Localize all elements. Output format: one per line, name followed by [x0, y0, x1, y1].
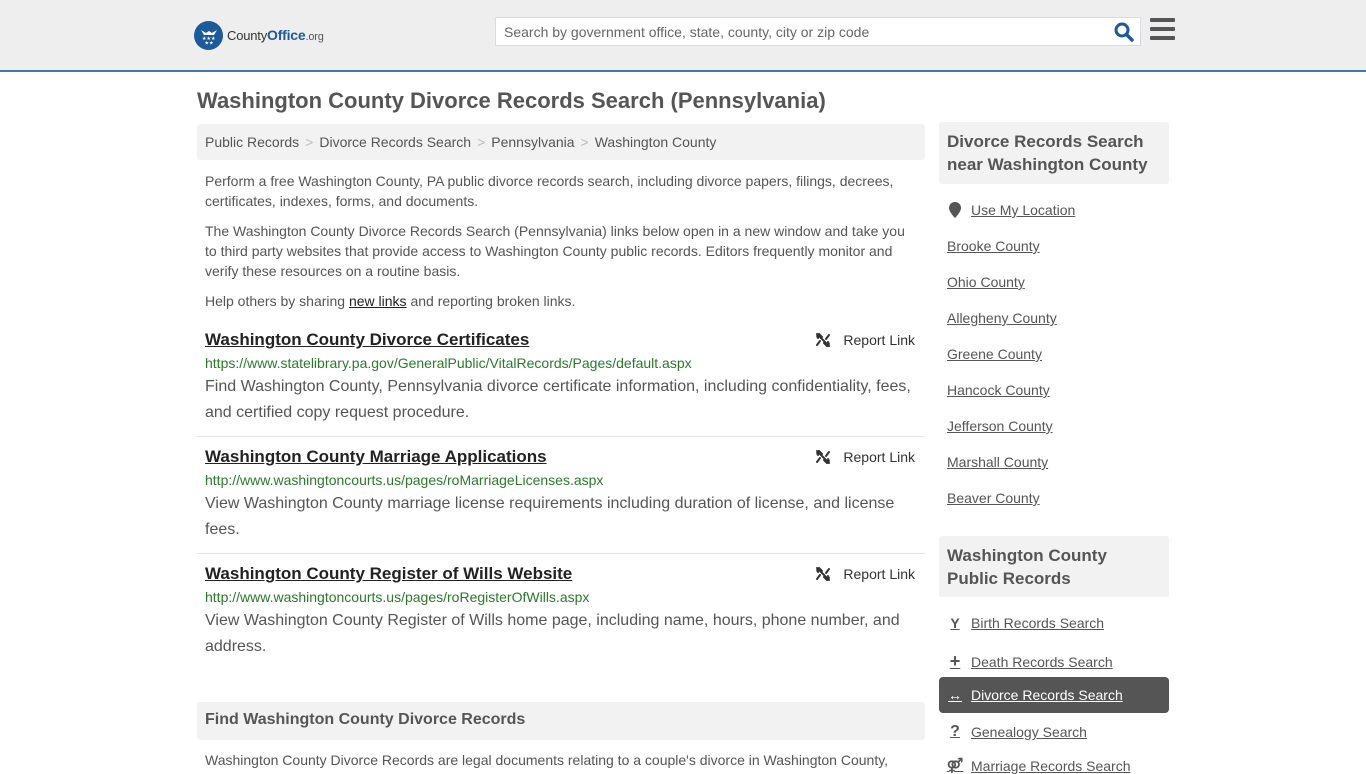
search-icon[interactable]	[1114, 22, 1134, 42]
nearby-county-link[interactable]: Greene County	[947, 346, 1042, 362]
result-item: Washington County Marriage Applications …	[197, 445, 925, 554]
result-description: View Washington County Register of Wills…	[205, 612, 900, 655]
result-item: Washington County Register of Wills Webs…	[197, 562, 925, 671]
new-links-link[interactable]: new links	[349, 293, 407, 309]
breadcrumb-public-records[interactable]: Public Records	[205, 134, 299, 150]
breadcrumb-separator: >	[580, 134, 589, 150]
breadcrumb-current: Washington County	[594, 134, 717, 150]
page-title: Washington County Divorce Records Search…	[197, 88, 826, 113]
report-link-button[interactable]: Report Link	[815, 566, 915, 582]
logo-text: CountyOffice.org	[227, 27, 324, 43]
use-my-location-link[interactable]: Use My Location	[947, 202, 1075, 218]
map-marker-icon	[947, 202, 963, 218]
nearby-county-link[interactable]: Marshall County	[947, 454, 1048, 470]
breadcrumb-separator: >	[305, 134, 314, 150]
nearby-county-link[interactable]: Beaver County	[947, 490, 1040, 506]
eagle-logo-icon: ★★★ ★★	[194, 20, 223, 50]
result-title-link[interactable]: Washington County Register of Wills Webs…	[205, 562, 572, 586]
broken-link-icon	[816, 566, 831, 582]
breadcrumb-separator: >	[477, 134, 486, 150]
marriage-symbol-icon: ⚤	[946, 757, 964, 773]
sidebar-item-birth-records[interactable]: Y Birth Records Search	[947, 615, 1104, 631]
svg-text:★★: ★★	[204, 41, 213, 46]
result-description: Find Washington County, Pennsylvania div…	[205, 378, 911, 421]
arrows-horizontal-icon: ↔	[948, 687, 962, 703]
plus-icon: +	[949, 651, 961, 671]
site-header: ★★★ ★★ CountyOffice.org	[0, 0, 1366, 72]
public-records-heading: Washington County Public Records	[939, 536, 1169, 597]
nearby-county-link[interactable]: Ohio County	[947, 274, 1025, 290]
result-url: https://www.statelibrary.pa.gov/GeneralP…	[205, 355, 692, 371]
breadcrumb: Public Records > Divorce Records Search > Pe…	[197, 124, 925, 160]
find-records-heading: Find Washington County Divorce Records	[197, 702, 925, 740]
result-title-link[interactable]: Washington County Divorce Certificates	[205, 328, 529, 352]
find-records-text: Washington County Divorce Records are le…	[205, 752, 889, 768]
sidebar-item-divorce-records[interactable]: ↔ Divorce Records Search	[947, 687, 1123, 703]
broken-link-icon	[816, 449, 831, 465]
breadcrumb-divorce-records-search[interactable]: Divorce Records Search	[319, 134, 471, 150]
child-icon: Y	[950, 615, 960, 631]
result-item: Washington County Divorce Certificates R…	[197, 328, 925, 437]
nearby-heading: Divorce Records Search near Washington C…	[939, 122, 1169, 184]
intro-text: Perform a free Washington County, PA pub…	[205, 171, 917, 321]
intro-paragraph-1: Perform a free Washington County, PA pub…	[205, 173, 894, 209]
intro-paragraph-3: Help others by sharing new links and rep…	[205, 293, 576, 309]
hamburger-menu-icon[interactable]	[1150, 18, 1175, 42]
sidebar-item-marriage-records[interactable]: ⚤ Marriage Records Search	[947, 757, 1131, 774]
report-link-button[interactable]: Report Link	[815, 449, 915, 465]
nearby-county-link[interactable]: Jefferson County	[947, 418, 1053, 434]
result-url: http://www.washingtoncourts.us/pages/roM…	[205, 472, 604, 488]
report-link-button[interactable]: Report Link	[815, 332, 915, 348]
result-description: View Washington County marriage license …	[205, 495, 895, 538]
question-icon: ?	[950, 723, 960, 740]
sidebar-item-death-records[interactable]: + Death Records Search	[947, 651, 1113, 672]
nearby-county-link[interactable]: Allegheny County	[947, 310, 1057, 326]
intro-paragraph-2: The Washington County Divorce Records Se…	[205, 223, 905, 279]
broken-link-icon	[816, 332, 831, 348]
search-input[interactable]	[496, 18, 1106, 45]
nearby-county-link[interactable]: Brooke County	[947, 238, 1040, 254]
sidebar-item-divorce-records-active: ↔ Divorce Records Search	[939, 677, 1169, 713]
search-bar	[495, 17, 1141, 46]
site-logo[interactable]: ★★★ ★★ CountyOffice.org	[194, 20, 324, 50]
breadcrumb-pennsylvania[interactable]: Pennsylvania	[491, 134, 574, 150]
result-title-link[interactable]: Washington County Marriage Applications	[205, 445, 547, 469]
result-url: http://www.washingtoncourts.us/pages/roR…	[205, 589, 590, 605]
sidebar-item-genealogy[interactable]: ? Genealogy Search	[947, 723, 1087, 741]
nearby-county-link[interactable]: Hancock County	[947, 382, 1050, 398]
